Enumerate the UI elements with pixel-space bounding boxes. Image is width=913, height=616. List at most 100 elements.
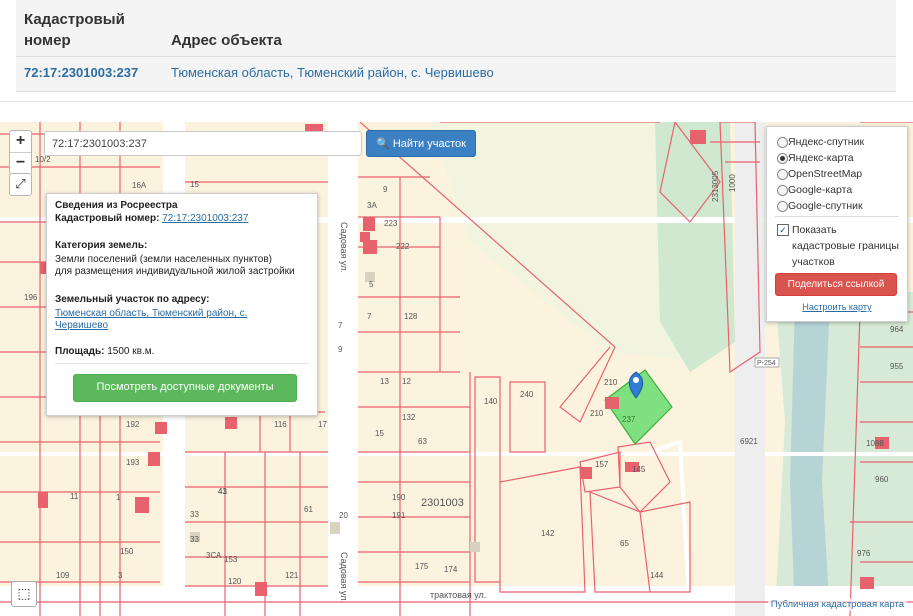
svg-text:16А: 16А [132, 181, 147, 190]
svg-text:63: 63 [418, 437, 427, 446]
plot-label: 237 [622, 415, 636, 424]
svg-text:7: 7 [338, 321, 343, 330]
cadnum-label: Кадастровый номер: [55, 213, 160, 224]
info-title: Сведения из Росреестра [55, 200, 178, 211]
block-label: 2301003 [421, 497, 464, 509]
svg-text:128: 128 [404, 312, 418, 321]
svg-text:12: 12 [402, 377, 411, 386]
svg-text:142: 142 [541, 529, 555, 538]
svg-text:20: 20 [339, 511, 348, 520]
svg-text:1000: 1000 [728, 174, 737, 192]
svg-text:Р-254: Р-254 [757, 360, 776, 367]
divider [775, 216, 899, 217]
svg-text:192: 192 [126, 420, 140, 429]
address-line-2[interactable]: Червишево [55, 320, 108, 331]
svg-text:33: 33 [190, 535, 199, 544]
svg-text:175: 175 [415, 562, 429, 571]
view-documents-button[interactable]: Посмотреть доступные документы [73, 374, 297, 402]
cadastral-search-input[interactable]: 72:17:2301003:237 [44, 131, 362, 156]
svg-text:11: 11 [70, 492, 79, 501]
svg-text:Садовая ул.: Садовая ул. [339, 552, 349, 603]
cadastral-number-link[interactable]: 72:17:2301003:237 [24, 65, 138, 80]
svg-text:976: 976 [857, 549, 871, 558]
svg-text:210: 210 [590, 409, 604, 418]
svg-text:15: 15 [190, 180, 199, 189]
address-line-1[interactable]: Тюменская область, Тюменский район, с. [55, 308, 247, 319]
svg-text:3: 3 [118, 571, 123, 580]
svg-text:13: 13 [380, 377, 389, 386]
svg-text:9: 9 [383, 185, 388, 194]
zoom-control: + − [9, 130, 32, 175]
svg-text:2313005: 2313005 [711, 170, 720, 202]
find-plot-button[interactable]: 🔍 Найти участок [366, 130, 476, 157]
cadastral-borders-checkbox[interactable]: ✓ [777, 224, 789, 236]
address-label: Земельный участок по адресу: [55, 294, 210, 305]
svg-text:1088: 1088 [866, 439, 884, 448]
svg-text:190: 190 [392, 493, 406, 502]
layers-panel: Яндекс-спутник Яндекс-карта OpenStreetMa… [766, 126, 908, 322]
svg-text:116: 116 [274, 420, 287, 429]
svg-text:5: 5 [369, 280, 374, 289]
svg-text:140: 140 [484, 397, 498, 406]
svg-text:6921: 6921 [740, 437, 758, 446]
zoom-in-button[interactable]: + [10, 131, 31, 152]
category-label: Категория земель: [55, 240, 148, 251]
svg-text:15: 15 [375, 429, 384, 438]
svg-text:43: 43 [218, 487, 227, 496]
svg-text:196: 196 [24, 293, 38, 302]
configure-map-link[interactable]: Настроить карту [767, 302, 907, 312]
svg-text:10/2: 10/2 [35, 155, 51, 164]
svg-text:223: 223 [384, 219, 398, 228]
share-link-button[interactable]: Поделиться ссылкой [775, 273, 897, 296]
svg-text:960: 960 [875, 475, 889, 484]
svg-text:145: 145 [632, 465, 646, 474]
divider [0, 101, 913, 102]
svg-text:17: 17 [318, 420, 327, 429]
cadnum-link[interactable]: 72:17:2301003:237 [162, 213, 248, 224]
svg-text:157: 157 [595, 460, 609, 469]
svg-text:240: 240 [520, 390, 534, 399]
results-table: Кадастровый номер Адрес объекта 72:17:23… [16, 0, 896, 92]
svg-text:3СА: 3СА [206, 551, 222, 560]
svg-text:7: 7 [367, 312, 372, 321]
svg-text:3А: 3А [367, 201, 377, 210]
table-header: Кадастровый номер Адрес объекта [16, 0, 896, 57]
rosreestr-info-popup: Сведения из Росреестра Кадастровый номер… [46, 193, 318, 416]
svg-text:144: 144 [650, 571, 664, 580]
svg-text:109: 109 [56, 571, 70, 580]
svg-text:193: 193 [126, 458, 140, 467]
svg-text:964: 964 [890, 325, 904, 334]
search-icon: 🔍 [376, 138, 393, 150]
cadastral-borders-label: Показать кадастровые границы участков [792, 224, 899, 268]
svg-text:трактовая ул.: трактовая ул. [430, 590, 486, 600]
svg-text:9: 9 [338, 345, 343, 354]
svg-text:191: 191 [392, 511, 406, 520]
svg-text:1: 1 [116, 493, 121, 502]
svg-text:150: 150 [120, 547, 134, 556]
zoom-out-button[interactable]: − [10, 152, 31, 174]
area-value: 1500 кв.м. [107, 346, 155, 357]
svg-text:955: 955 [890, 362, 904, 371]
svg-text:33: 33 [190, 510, 199, 519]
area-label: Площадь: [55, 346, 105, 357]
category-line-1: Земли поселений (земли населенных пункто… [55, 254, 273, 265]
svg-text:132: 132 [402, 413, 416, 422]
svg-text:210: 210 [604, 378, 618, 387]
category-line-2: для размещения индивидуальной жилой заст… [55, 266, 295, 277]
divider [55, 363, 309, 364]
address-link[interactable]: Тюменская область, Тюменский район, с. Ч… [171, 65, 494, 80]
fullscreen-icon[interactable]: ⤢ [9, 173, 32, 196]
column-header-address: Адрес объекта [171, 32, 282, 49]
svg-text:65: 65 [620, 539, 629, 548]
svg-text:153: 153 [224, 555, 238, 564]
svg-text:Садовая ул.: Садовая ул. [339, 222, 349, 273]
svg-text:120: 120 [228, 577, 242, 586]
svg-text:222: 222 [396, 242, 410, 251]
svg-text:61: 61 [304, 505, 313, 514]
column-header-cadastral: Кадастровый номер [24, 11, 125, 49]
cadastral-map[interactable]: 8810/21516А 93А223222 5712812 1313263210… [0, 122, 913, 616]
map-attribution-link[interactable]: Публичная кадастровая карта [767, 598, 907, 611]
svg-text:174: 174 [444, 565, 458, 574]
svg-text:121: 121 [285, 571, 299, 580]
draw-area-icon[interactable]: ⬚ [11, 581, 37, 607]
